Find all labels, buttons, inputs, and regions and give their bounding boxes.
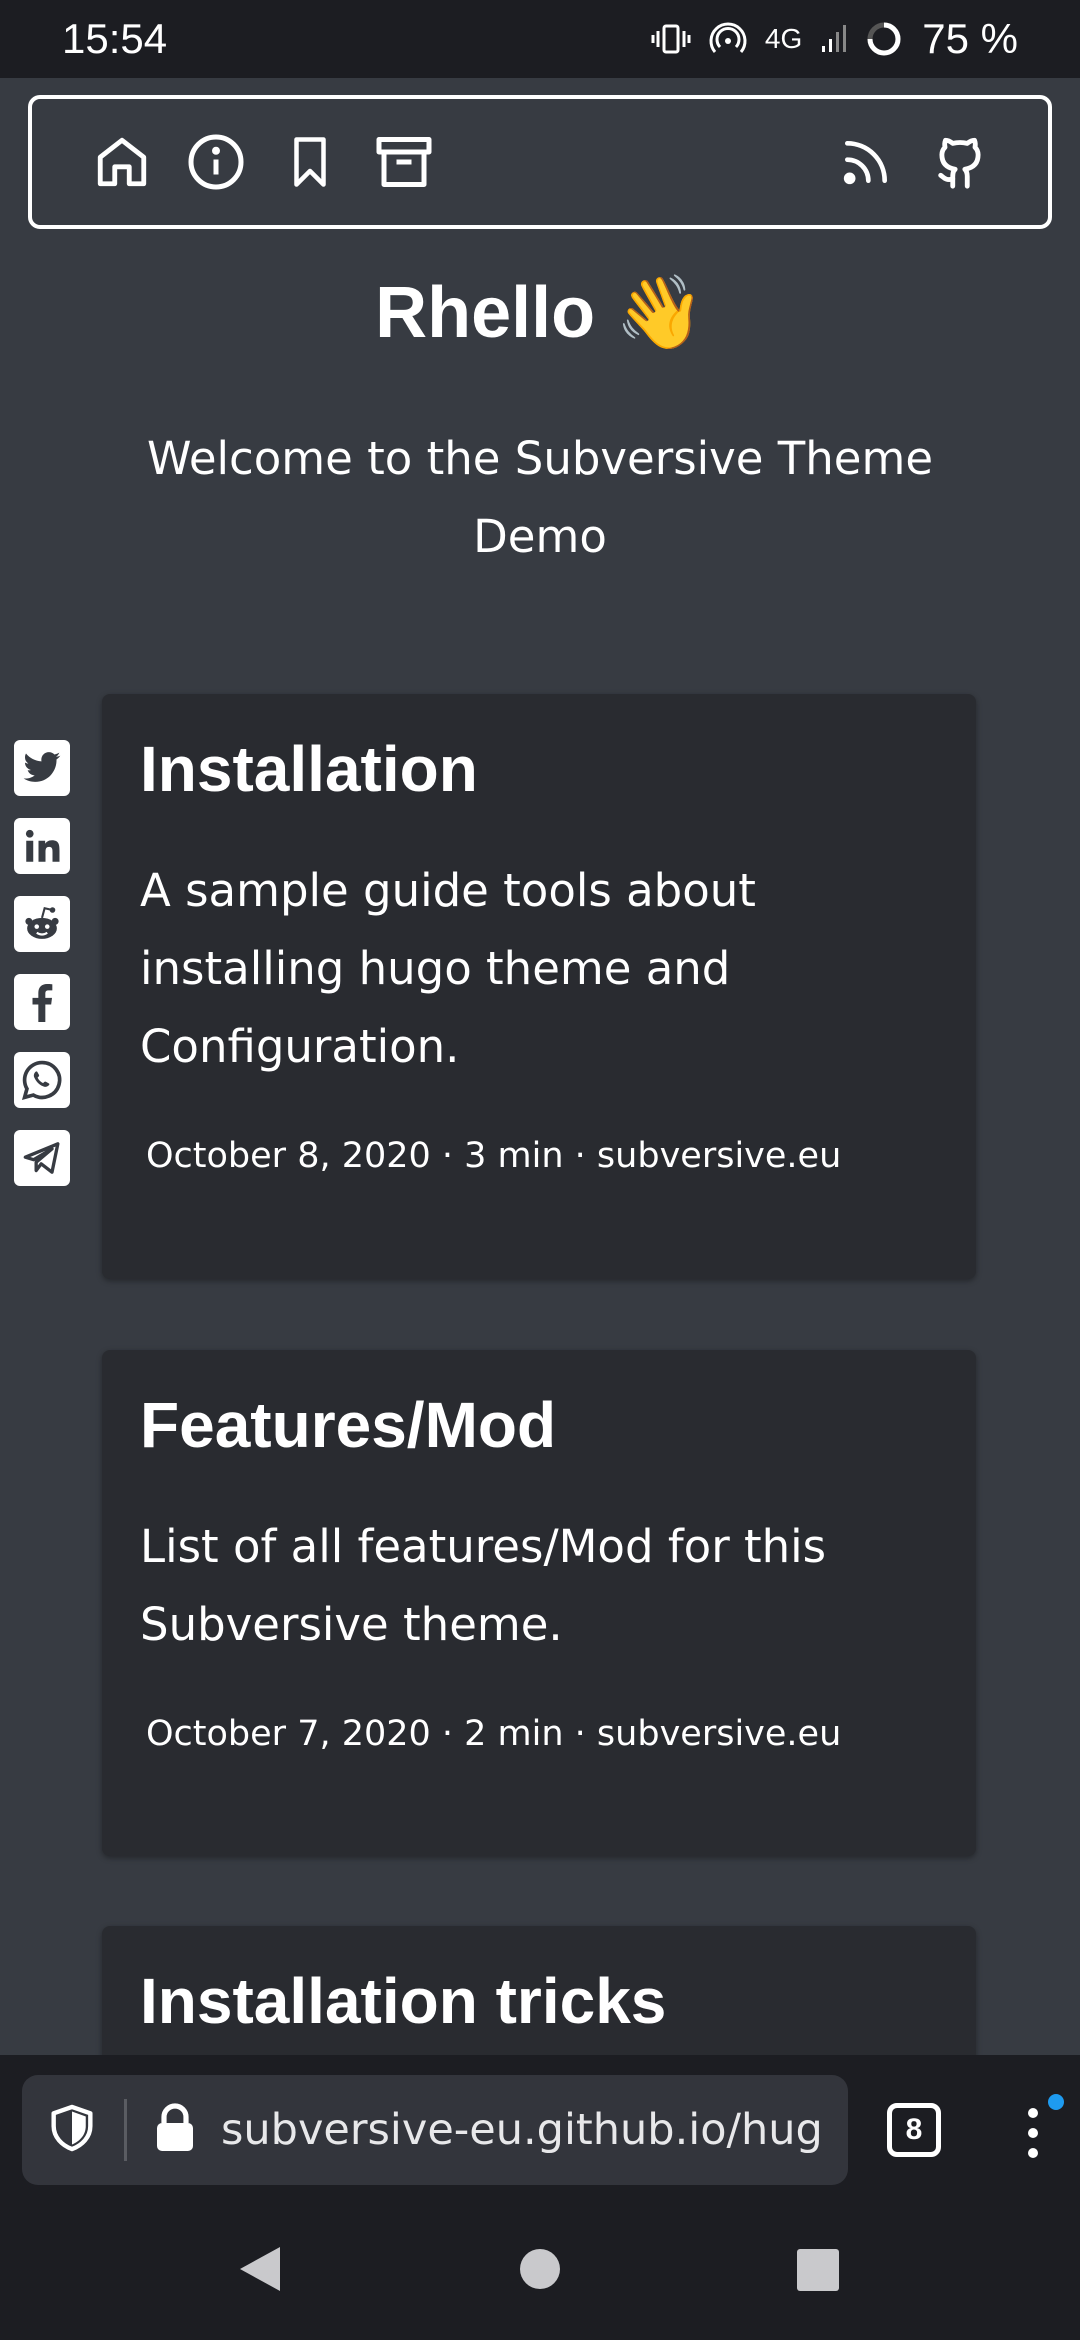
browser-toolbar: subversive-eu.github.io/hug 8 — [0, 2055, 1080, 2195]
site-navigation — [28, 95, 1052, 229]
post-summary: A sample guide tools about installing hu… — [140, 864, 756, 1073]
telegram-icon[interactable] — [14, 1130, 70, 1186]
home-icon[interactable] — [92, 130, 152, 194]
status-time: 15:54 — [62, 15, 168, 62]
vibrate-icon — [651, 22, 691, 56]
signal-icon — [820, 24, 847, 54]
info-icon[interactable] — [186, 130, 246, 194]
status-indicators: 4G 75 % — [651, 15, 1018, 63]
url-text[interactable]: subversive-eu.github.io/hug — [221, 2105, 823, 2155]
address-separator — [124, 2099, 127, 2161]
network-type: 4G — [764, 23, 803, 54]
post-card[interactable]: Features/Mod List of all features/Mod fo… — [102, 1350, 976, 1856]
shield-icon[interactable] — [50, 2103, 94, 2157]
battery-ring-icon — [864, 19, 904, 59]
battery-percentage: 75 % — [922, 15, 1018, 62]
nav-right-group — [836, 130, 990, 194]
post-title[interactable]: Features/Mod — [140, 1388, 938, 1462]
twitter-icon[interactable] — [14, 740, 70, 796]
share-sidebar — [14, 740, 72, 1186]
nav-left-group — [92, 130, 434, 194]
lock-icon[interactable] — [155, 2103, 195, 2157]
rss-icon[interactable] — [836, 130, 896, 194]
post-card[interactable]: Installation tricks — [102, 1926, 976, 2066]
post-meta: October 8, 2020 · 3 min · subversive.eu — [146, 1136, 842, 1176]
post-card[interactable]: Installation A sample guide tools about … — [102, 694, 976, 1279]
address-bar[interactable]: subversive-eu.github.io/hug — [22, 2075, 848, 2185]
back-icon[interactable] — [236, 2245, 282, 2297]
notification-dot — [1048, 2094, 1064, 2110]
post-meta: October 7, 2020 · 2 min · subversive.eu — [146, 1714, 842, 1754]
hotspot-icon — [709, 20, 747, 58]
facebook-icon[interactable] — [14, 974, 70, 1030]
whatsapp-icon[interactable] — [14, 1052, 70, 1108]
system-navigation-bar — [0, 2195, 1080, 2340]
menu-kebab-icon[interactable] — [1018, 2103, 1048, 2163]
github-icon[interactable] — [930, 130, 990, 194]
post-title[interactable]: Installation — [140, 732, 938, 806]
page-subtitle: Welcome to the Subversive Theme Demo — [146, 432, 934, 563]
reddit-icon[interactable] — [14, 896, 70, 952]
recents-icon[interactable] — [797, 2249, 839, 2295]
home-button-icon[interactable] — [519, 2248, 561, 2294]
bookmark-icon[interactable] — [280, 130, 340, 194]
page-title: Rhello 👋 — [375, 273, 705, 353]
post-summary: List of all features/Mod for this Subver… — [140, 1520, 827, 1651]
post-title[interactable]: Installation tricks — [140, 1964, 938, 2038]
tabs-count-button[interactable]: 8 — [887, 2103, 941, 2157]
status-bar: 15:54 4G 75 % — [0, 0, 1080, 78]
archive-icon[interactable] — [374, 130, 434, 194]
linkedin-icon[interactable] — [14, 818, 70, 874]
